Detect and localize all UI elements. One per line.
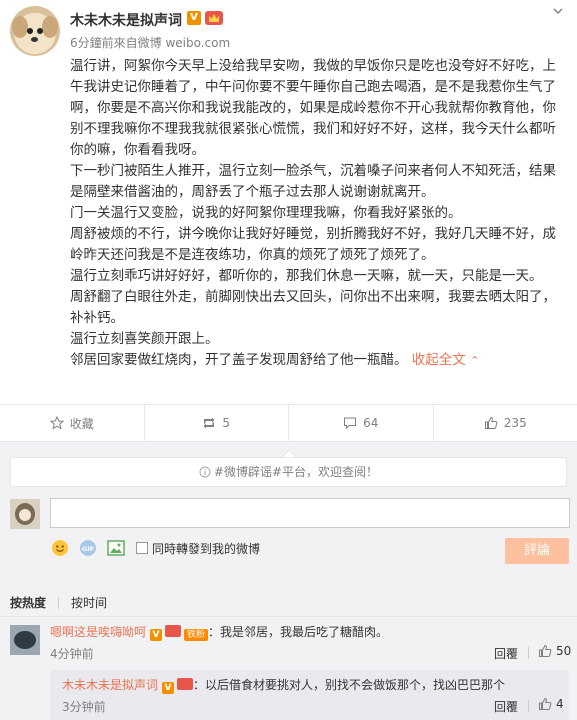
comment-text: ：我是邻居，我最后吃了糖醋肉。	[208, 625, 389, 639]
rumor-notice-banner: #微博辟谣#平台，欢迎查阅！	[10, 457, 567, 487]
comment-button[interactable]: 64	[289, 405, 434, 441]
verified-badge-icon: V	[162, 682, 175, 694]
commenter-name[interactable]: 嗯啊这是唉嗨呦呵	[50, 625, 146, 639]
action-divider	[528, 700, 529, 712]
comment-like-button[interactable]: 4	[538, 697, 564, 711]
collapse-link[interactable]: 收起全文	[412, 352, 466, 368]
weibo-post: 木未木未是拟声词 V 6分鐘前來自微博 weibo.com 温行讲，阿絮你今天早…	[0, 0, 577, 404]
submit-comment-button[interactable]: 評論	[505, 538, 569, 564]
notice-text: #微博辟谣#平台，	[213, 465, 319, 479]
post-paragraph: 下一秒门被陌生人推开，温行立刻一脸杀气，沉着嗓子问来者何人不知死活，结果是隔壁来…	[70, 163, 556, 200]
comment-item: 嗯啊这是唉嗨呦呵 V 铁粉 ：我是邻居，我最后吃了糖醋肉。	[50, 623, 388, 641]
repost-icon	[203, 417, 215, 429]
chevron-down-icon[interactable]	[551, 4, 565, 18]
chevron-up-icon[interactable]: ⌃	[470, 354, 479, 367]
member-crown-icon	[177, 678, 194, 690]
post-paragraph: 周舒翻了白眼往外走，前脚刚快出去又回头，问你出不出来啊，我要去晒太阳了，补补钙。	[70, 289, 556, 326]
author-name[interactable]: 木未木未是拟声词	[70, 10, 182, 30]
post-paragraph: 周舒被烦的不行，讲今晚你让我好好睡觉，别折腾我好不好，我好几天睡不好，成岭昨天还…	[70, 226, 556, 263]
star-icon	[49, 416, 64, 430]
thumbs-up-icon	[539, 644, 552, 657]
comment-like-button[interactable]: 50	[538, 644, 571, 658]
post-body: 温行讲，阿絮你今天早上没给我早安吻，我做的早饭你只是吃也没夸好不好吃，上午我讲史…	[70, 56, 560, 371]
repost-count: 5	[222, 416, 231, 430]
like-button[interactable]: 235	[434, 405, 577, 441]
comment-input[interactable]	[50, 498, 570, 528]
comment-like-count: 50	[556, 644, 572, 658]
reply-thread: 木未木未是拟声词 V ：以后借食材要挑对人，别找不会做饭那个，找凶巴巴那个 3分钟前…	[50, 670, 569, 720]
comments-section: #微博辟谣#平台，欢迎查阅！ GIF 同時轉發到我的微博 評論 按热度 按时间 …	[0, 442, 577, 720]
reply-button[interactable]: 回覆	[494, 645, 518, 662]
thumbs-up-icon	[539, 697, 552, 710]
sort-divider	[58, 596, 60, 609]
repost-button[interactable]: 5	[145, 405, 289, 441]
comment-like-count: 4	[556, 697, 564, 711]
comment-count: 64	[363, 416, 379, 430]
post-paragraph: 温行立刻喜笑颜开跟上。	[70, 331, 219, 347]
comment-sort: 按热度 按时间	[10, 594, 107, 611]
action-bar: 收藏 5 64 235	[0, 404, 577, 442]
commenter-avatar[interactable]	[10, 625, 40, 655]
comment-time: 3分钟前	[62, 700, 106, 714]
svg-text:GIF: GIF	[82, 545, 94, 553]
fan-badge: 铁粉	[184, 629, 209, 641]
like-count: 235	[503, 416, 527, 430]
member-crown-icon	[205, 11, 223, 25]
post-last-line: 邻居回家要做红烧肉，开了盖子发现周舒给了他一瓶醋。	[70, 352, 408, 368]
reply-button[interactable]: 回覆	[494, 698, 518, 715]
collect-label: 收藏	[69, 416, 94, 431]
info-icon	[199, 466, 211, 478]
sort-by-hot[interactable]: 按热度	[10, 594, 46, 611]
collect-button[interactable]: 收藏	[0, 405, 145, 441]
comment-icon	[344, 417, 357, 430]
author-avatar[interactable]	[10, 6, 60, 56]
comment-text: ：以后借食材要挑对人，别找不会做饭那个，找凶巴巴那个	[193, 678, 506, 692]
verified-badge-icon: V	[150, 629, 163, 641]
post-paragraph: 门一关温行又变脸，说我的好阿絮你理理我嘛，你看我好紧张的。	[70, 205, 462, 221]
post-paragraph-last: 邻居回家要做红烧肉，开了盖子发现周舒给了他一瓶醋。 收起全文 ⌃	[70, 350, 560, 371]
member-crown-icon	[165, 625, 182, 637]
verified-badge-icon: V	[187, 11, 201, 25]
image-icon[interactable]	[106, 538, 126, 558]
post-meta: 6分鐘前來自微博 weibo.com	[70, 36, 231, 50]
emoji-icon[interactable]	[50, 538, 70, 558]
comment-time: 4分钟前	[50, 647, 94, 661]
current-user-avatar	[10, 499, 40, 529]
sync-repost-checkbox[interactable]: 同時轉發到我的微博	[136, 540, 260, 557]
comment-item: 木未木未是拟声词 V ：以后借食材要挑对人，别找不会做饭那个，找凶巴巴那个	[62, 676, 505, 694]
gif-icon[interactable]: GIF	[78, 538, 98, 558]
action-divider	[528, 647, 529, 659]
commenter-name[interactable]: 木未木未是拟声词	[62, 678, 158, 692]
post-paragraph: 温行讲，阿絮你今天早上没给我早安吻，我做的早饭你只是吃也没夸好不好吃，上午我讲史…	[70, 58, 556, 158]
divider	[0, 616, 577, 617]
checkbox-box[interactable]	[136, 542, 148, 554]
thumbs-up-icon	[484, 416, 498, 429]
comment-toolbar: GIF 同時轉發到我的微博	[50, 538, 260, 558]
sync-repost-label: 同時轉發到我的微博	[152, 541, 261, 556]
notice-link[interactable]: 欢迎查阅！	[318, 465, 378, 479]
sort-by-time[interactable]: 按时间	[71, 594, 107, 611]
post-paragraph: 温行立刻乖巧讲好好好，都听你的，那我们休息一天嘛，就一天，只能是一天。	[70, 268, 543, 284]
